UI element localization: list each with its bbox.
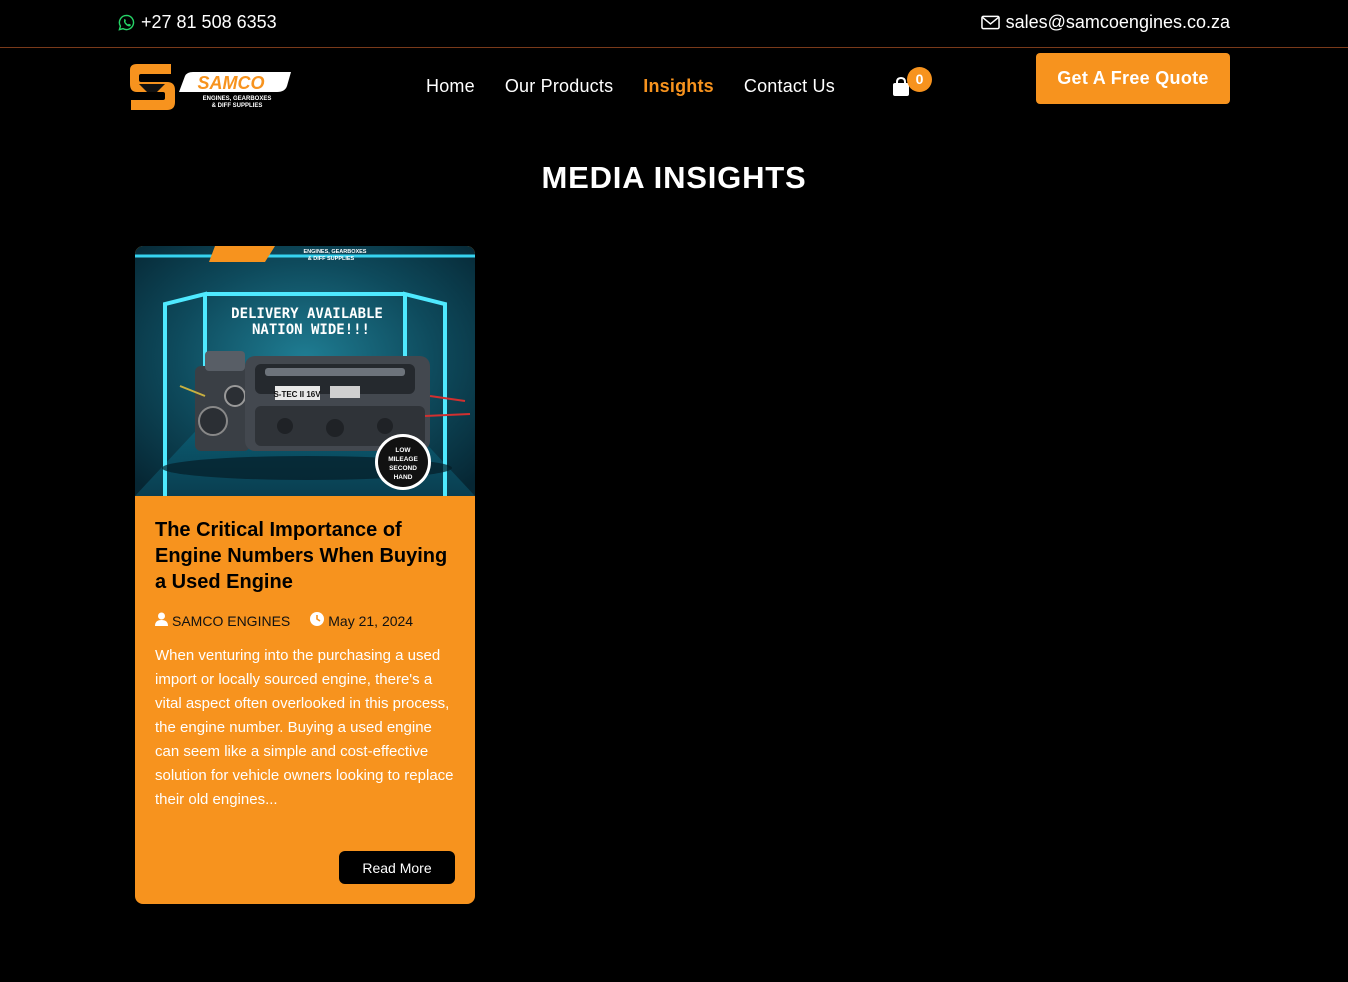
engine-label: S-TEC II 16V [273,390,321,399]
page-title: MEDIA INSIGHTS [541,160,807,195]
email-address: sales@samcoengines.co.za [1005,12,1230,32]
clock-icon [310,612,325,629]
post-meta: SAMCO ENGINES May 21, 2024 [155,612,413,629]
post-author: SAMCO ENGINES [155,612,290,629]
post-title[interactable]: The Critical Importance of Engine Number… [155,517,455,595]
post-excerpt: When venturing into the purchasing a use… [155,647,454,808]
post-date: May 21, 2024 [310,612,413,629]
badge-line-1: LOW [395,447,411,454]
post-thumbnail[interactable]: ENGINES, GEARBOXES & DIFF SUPPLIES DELIV… [135,246,475,496]
get-free-quote-button[interactable]: Get A Free Quote [1036,53,1230,104]
post-date-text: May 21, 2024 [328,612,414,629]
badge-line-4: HAND [394,474,413,481]
samco-logo[interactable]: SAMCO ENGINES, GEARBOXES & DIFF SUPPLIES [127,62,293,112]
nav-contact-us[interactable]: Contact Us [744,76,835,97]
image-headline-2: NATION WIDE!!! [252,322,370,338]
nav-insights[interactable]: Insights [643,76,714,97]
logo-tagline-2: & DIFF SUPPLIES [212,103,263,109]
user-icon [155,612,168,629]
whatsapp-icon [118,14,135,31]
post-author-name: SAMCO ENGINES [172,612,291,629]
insight-card: ENGINES, GEARBOXES & DIFF SUPPLIES DELIV… [135,246,475,904]
mail-icon [980,15,1000,30]
badge-line-3: SECOND [389,465,417,472]
image-brand-1: ENGINES, GEARBOXES [304,249,367,255]
main-nav: Home Our Products Insights Contact Us [426,76,835,97]
top-contact-bar: +27 81 508 6353 sales@samcoengines.co.za [0,0,1348,48]
image-headline-1: DELIVERY AVAILABLE [231,306,383,322]
badge-line-2: MILEAGE [388,456,418,463]
nav-our-products[interactable]: Our Products [505,76,613,97]
logo-tagline-1: ENGINES, GEARBOXES [203,96,272,102]
nav-home[interactable]: Home [426,76,475,97]
cart-count-badge: 0 [907,67,932,92]
image-brand-2: & DIFF SUPPLIES [308,256,355,262]
logo-wordmark: SAMCO [198,73,265,93]
phone-link[interactable]: +27 81 508 6353 [118,12,277,33]
read-more-button[interactable]: Read More [339,851,455,884]
email-link[interactable]: sales@samcoengines.co.za [980,12,1230,33]
phone-number: +27 81 508 6353 [141,12,277,32]
